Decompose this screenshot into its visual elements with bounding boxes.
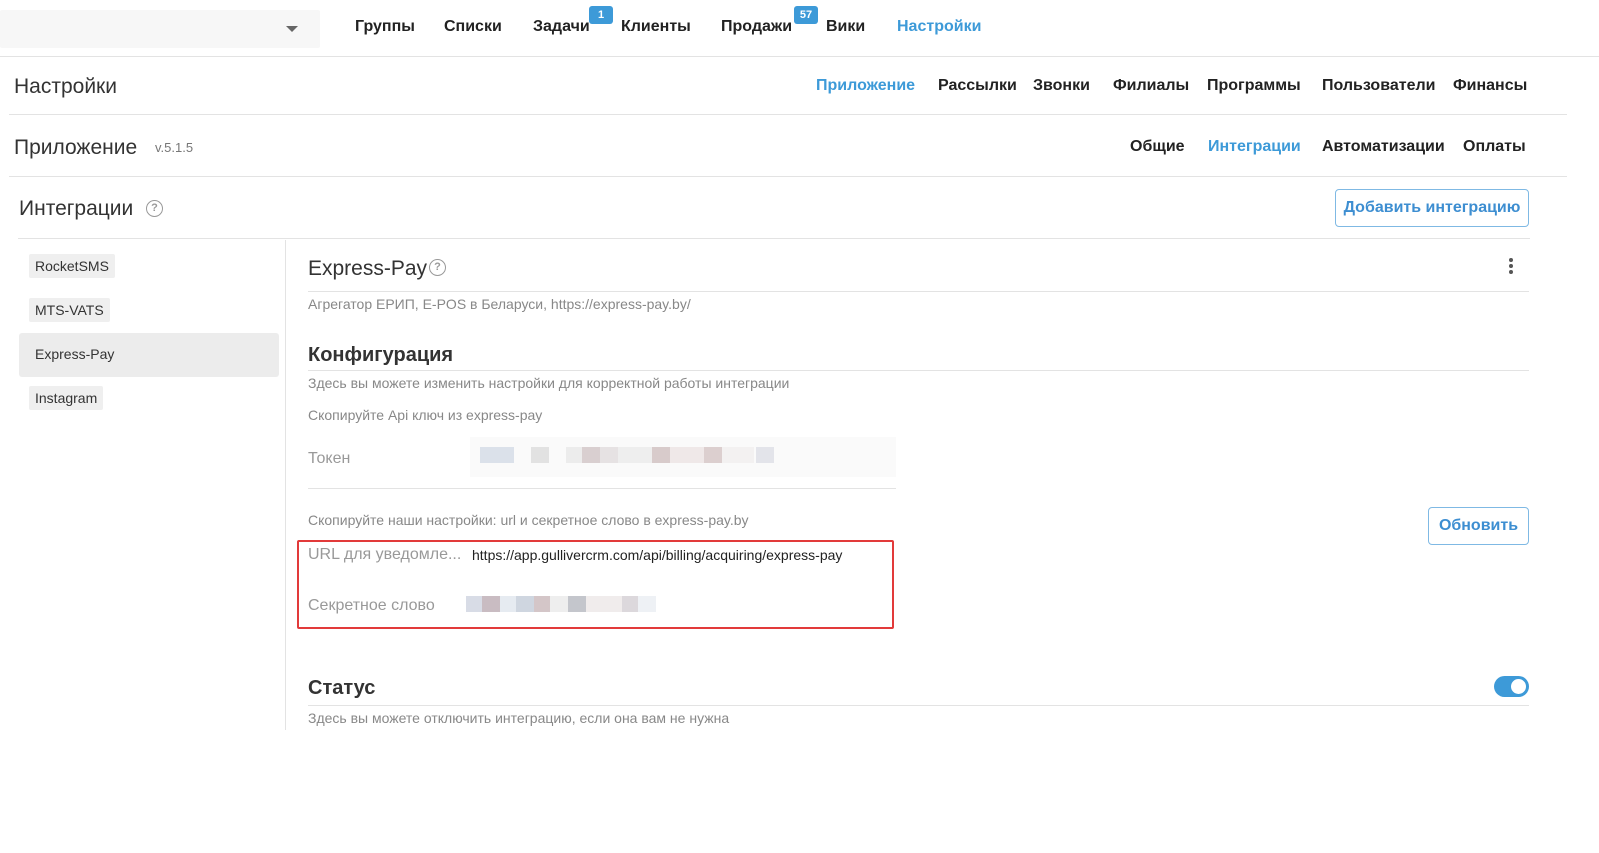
status-description: Здесь вы можете отключить интеграцию, ес… xyxy=(308,710,730,726)
token-label: Токен xyxy=(308,450,351,467)
divider xyxy=(308,488,896,489)
tab-users[interactable]: Пользователи xyxy=(1322,77,1435,95)
sidebar-item-express-pay[interactable]: Express-Pay xyxy=(29,342,120,366)
nav-tasks[interactable]: Задачи xyxy=(533,18,590,36)
sidebar-item-rocketsms[interactable]: RocketSMS xyxy=(29,254,115,278)
nav-lists[interactable]: Списки xyxy=(444,18,502,36)
divider xyxy=(308,291,1529,292)
config-description: Здесь вы можете изменить настройки для к… xyxy=(308,375,790,391)
redacted-block xyxy=(531,447,549,463)
help-icon[interactable]: ? xyxy=(146,200,163,217)
help-icon[interactable]: ? xyxy=(429,259,446,276)
nav-sales[interactable]: Продажи xyxy=(721,18,792,36)
redacted-block xyxy=(652,447,670,463)
tab-finance[interactable]: Финансы xyxy=(1453,77,1527,95)
nav-settings[interactable]: Настройки xyxy=(897,18,981,36)
more-options-icon[interactable] xyxy=(1508,258,1514,274)
redacted-block xyxy=(480,447,514,463)
config-title: Конфигурация xyxy=(308,344,454,366)
redacted-block xyxy=(618,447,652,463)
redacted-block xyxy=(582,447,600,463)
redacted-block xyxy=(704,447,722,463)
tab-integrations[interactable]: Интеграции xyxy=(1208,138,1301,156)
sidebar-item-instagram[interactable]: Instagram xyxy=(29,386,104,410)
divider xyxy=(9,114,1567,115)
integration-title: Express-Pay xyxy=(308,257,428,280)
highlight-box xyxy=(297,540,894,629)
chevron-down-icon xyxy=(286,26,298,32)
section-title-application: Приложение xyxy=(14,136,138,159)
tab-payments[interactable]: Оплаты xyxy=(1463,138,1526,156)
nav-wiki[interactable]: Вики xyxy=(826,18,865,36)
redacted-block xyxy=(600,447,618,463)
section-title-integrations: Интеграции xyxy=(19,197,134,220)
nav-groups[interactable]: Группы xyxy=(355,18,415,36)
divider xyxy=(308,705,1529,706)
tab-application[interactable]: Приложение xyxy=(816,77,915,95)
copy-api-hint: Скопируйте Api ключ из express-pay xyxy=(308,407,543,423)
redacted-block xyxy=(756,447,774,463)
tab-programs[interactable]: Программы xyxy=(1207,77,1301,95)
status-title: Статус xyxy=(308,677,376,699)
tab-calls[interactable]: Звонки xyxy=(1033,77,1090,95)
tasks-badge: 1 xyxy=(589,6,613,24)
sales-badge: 57 xyxy=(794,6,818,24)
redacted-block xyxy=(670,447,704,463)
redacted-block xyxy=(566,447,582,463)
add-integration-button[interactable]: Добавить интеграцию xyxy=(1335,189,1529,227)
tab-branches[interactable]: Филиалы xyxy=(1113,77,1189,95)
copy-settings-hint: Скопируйте наши настройки: url и секретн… xyxy=(308,512,749,528)
toggle-knob xyxy=(1511,679,1526,694)
divider xyxy=(18,238,1530,239)
status-toggle[interactable] xyxy=(1494,676,1529,697)
sidebar-item-mts-vats[interactable]: MTS-VATS xyxy=(29,298,110,322)
redacted-block xyxy=(722,447,754,463)
tab-automations[interactable]: Автоматизации xyxy=(1322,138,1445,156)
divider xyxy=(308,370,1529,371)
page-title: Настройки xyxy=(14,75,117,98)
token-field[interactable] xyxy=(470,437,896,477)
sidebar-divider xyxy=(285,240,286,730)
tab-mailings[interactable]: Рассылки xyxy=(938,77,1017,95)
tab-general[interactable]: Общие xyxy=(1130,138,1185,156)
refresh-button[interactable]: Обновить xyxy=(1428,507,1529,545)
nav-clients[interactable]: Клиенты xyxy=(621,18,691,36)
top-navbar: Группы Списки Задачи 1 Клиенты Продажи 5… xyxy=(0,0,1599,57)
integration-description: Агрегатор ЕРИП, E-POS в Беларуси, https:… xyxy=(308,296,691,312)
workspace-select[interactable] xyxy=(0,10,320,48)
divider xyxy=(9,176,1567,177)
version-label: v.5.1.5 xyxy=(155,140,194,155)
